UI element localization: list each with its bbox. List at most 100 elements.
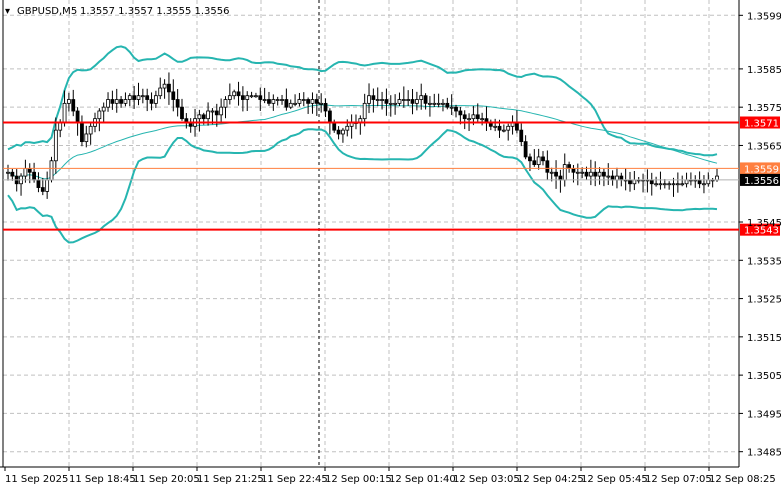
y-tick-label: 1.3505 xyxy=(747,371,781,382)
candle-body xyxy=(62,102,67,123)
candle-body xyxy=(388,102,393,105)
candle-body xyxy=(36,179,41,188)
candle-body xyxy=(706,179,711,185)
current-price-label: 1.3556 xyxy=(744,176,779,187)
y-tick-label: 1.3599 xyxy=(747,11,781,22)
candle-body xyxy=(219,106,224,116)
candle-body xyxy=(397,99,402,104)
candle-body xyxy=(206,110,210,120)
candle-body xyxy=(362,102,367,120)
candle-body xyxy=(445,102,450,108)
candle-body xyxy=(249,95,254,98)
candle-body xyxy=(558,175,563,181)
candle-body xyxy=(523,141,528,158)
candle-body xyxy=(501,129,506,132)
plot-background xyxy=(0,0,781,489)
candle-body xyxy=(84,133,89,143)
candle-body xyxy=(432,102,437,105)
y-tick-label: 1.3585 xyxy=(747,65,781,76)
y-tick-label: 1.3485 xyxy=(747,448,781,459)
candle-body xyxy=(106,99,110,108)
candle-body xyxy=(132,95,137,100)
candle-body xyxy=(66,99,71,104)
candle-body xyxy=(545,160,550,173)
candle-body xyxy=(667,183,672,186)
candle-body xyxy=(127,95,132,100)
candle-body xyxy=(662,183,667,186)
candle-body xyxy=(306,99,311,104)
candle-body xyxy=(606,175,611,178)
x-tick-label: 12 Sep 07:05 xyxy=(645,474,712,485)
candle-body xyxy=(271,99,276,104)
candle-body xyxy=(88,125,93,135)
candle-body xyxy=(23,168,28,177)
chart-title: ▾ GBPUSD,M5 1.3557 1.3557 1.3555 1.3556 xyxy=(5,6,230,17)
candle-body xyxy=(114,99,119,104)
candle-body xyxy=(175,99,180,108)
candle-body xyxy=(702,183,706,186)
candle-body xyxy=(123,99,128,104)
candle-body xyxy=(562,164,567,181)
y-tick-label: 1.3575 xyxy=(747,103,781,114)
candle-body xyxy=(371,95,376,100)
candle-body xyxy=(436,102,441,105)
candle-body xyxy=(332,122,337,131)
candle-body xyxy=(588,171,593,177)
price-chart[interactable]: 1.35711.35591.35431.3556 1.35991.35851.3… xyxy=(0,0,781,489)
candle-body xyxy=(615,175,619,181)
ohlc-label: 1.3557 1.3557 1.3555 1.3556 xyxy=(80,6,230,17)
candle-body xyxy=(406,99,411,101)
candle-body xyxy=(336,129,341,135)
candle-body xyxy=(458,110,463,116)
x-tick-label: 12 Sep 04:25 xyxy=(517,474,584,485)
candle-body xyxy=(119,99,123,104)
x-tick-label: 12 Sep 05:45 xyxy=(581,474,648,485)
candle-body xyxy=(575,171,580,174)
x-tick-label: 11 Sep 21:25 xyxy=(197,474,264,485)
y-tick-label: 1.3535 xyxy=(747,256,781,267)
candle-body xyxy=(619,175,624,181)
y-tick-label: 1.3525 xyxy=(747,295,781,306)
candle-body xyxy=(367,95,371,104)
candle-body xyxy=(162,83,167,89)
candle-body xyxy=(6,171,10,174)
candle-body xyxy=(301,99,306,101)
candle-body xyxy=(532,160,537,165)
candle-body xyxy=(58,122,63,131)
candle-body xyxy=(671,183,676,186)
candle-body xyxy=(715,175,719,181)
candle-body xyxy=(275,99,280,101)
candle-body xyxy=(214,110,219,116)
candle-body xyxy=(32,171,36,181)
candle-body xyxy=(441,102,445,105)
candle-body xyxy=(101,106,106,112)
candle-body xyxy=(323,102,328,112)
candle-body xyxy=(288,102,293,108)
candle-body xyxy=(393,102,398,105)
y-tick-label: 1.3515 xyxy=(747,333,781,344)
candle-body xyxy=(549,171,554,174)
candle-body xyxy=(240,95,245,100)
candle-body xyxy=(528,156,532,162)
candle-body xyxy=(75,110,80,123)
candle-body xyxy=(167,83,171,93)
candle-body xyxy=(584,171,589,177)
candle-body xyxy=(454,106,458,112)
candle-body xyxy=(140,95,145,98)
candle-body xyxy=(201,114,206,120)
candle-body xyxy=(236,91,241,97)
candle-body xyxy=(110,99,115,104)
candle-body xyxy=(49,160,54,181)
level-top-label: 1.3571 xyxy=(744,118,779,129)
candle-body xyxy=(480,118,485,121)
x-tick-label: 12 Sep 08:25 xyxy=(709,474,776,485)
candle-body xyxy=(384,99,389,104)
candle-body xyxy=(97,110,102,120)
candle-body xyxy=(258,95,263,100)
candle-body xyxy=(254,95,258,98)
x-tick-label: 12 Sep 00:15 xyxy=(325,474,392,485)
candle-body xyxy=(232,91,237,97)
candle-body xyxy=(345,125,350,131)
x-tick-label: 11 Sep 20:05 xyxy=(133,474,200,485)
candle-body xyxy=(310,99,315,104)
